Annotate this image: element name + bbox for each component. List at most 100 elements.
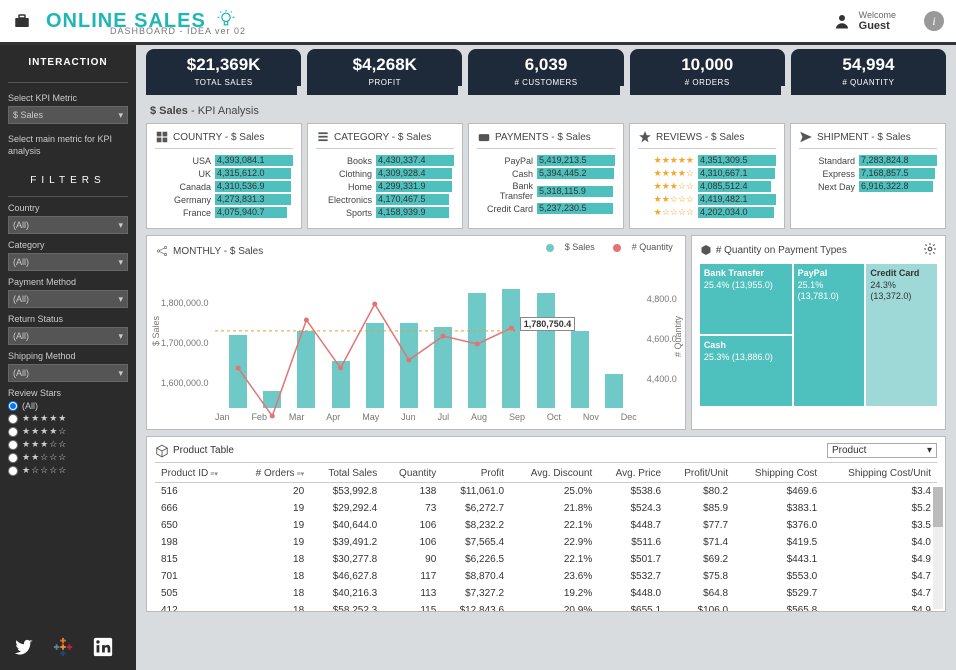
- table-row[interactable]: 50518$40,216.3113$7,327.219.2%$448.0$64.…: [155, 585, 937, 602]
- col-5[interactable]: Avg. Discount: [510, 465, 598, 483]
- bar-row[interactable]: Bank Transfer5,318,115.9: [477, 181, 615, 201]
- hex-icon: [700, 244, 712, 256]
- bar-row[interactable]: USA4,393,084.1: [155, 155, 293, 166]
- kpi-help-text: Select main metric for KPI analysis: [8, 134, 128, 157]
- table-row[interactable]: 81518$30,277.890$6,226.522.1%$501.7$69.2…: [155, 551, 937, 568]
- breadcrumb: $ Sales - KPI Analysis: [140, 95, 952, 123]
- filter-select-category[interactable]: (All)▾: [8, 253, 128, 271]
- bar-row[interactable]: Germany4,273,831.3: [155, 194, 293, 205]
- kpi-metric-select[interactable]: $ Sales▾: [8, 106, 128, 124]
- filter-label: Shipping Method: [8, 351, 128, 361]
- reviews-card: REVIEWS - $ Sales★★★★★4,351,309.5★★★★☆4,…: [629, 123, 785, 229]
- bar-row[interactable]: Credit Card5,237,230.5: [477, 203, 615, 214]
- bar-row[interactable]: France4,075,940.7: [155, 207, 293, 218]
- col-4[interactable]: Profit: [442, 465, 510, 483]
- col-8[interactable]: Shipping Cost: [734, 465, 823, 483]
- kpi-1[interactable]: $4,268KPROFIT: [307, 49, 462, 95]
- bar-row[interactable]: Books4,430,337.4: [316, 155, 454, 166]
- review-radio-4[interactable]: ★★★★☆: [8, 426, 128, 437]
- col-2[interactable]: Total Sales: [310, 465, 383, 483]
- tree-paypal[interactable]: PayPal25.1%(13,781.0): [794, 264, 865, 406]
- product-select[interactable]: Product▾: [827, 443, 937, 458]
- filter-label: Country: [8, 203, 128, 213]
- kpi-2[interactable]: 6,039# CUSTOMERS: [468, 49, 623, 95]
- monthly-chart-card: MONTHLY - $ Sales $ Sales # Quantity $ S…: [146, 235, 686, 430]
- bar-row[interactable]: ★★★☆☆4,085,512.4: [638, 181, 776, 192]
- review-radio-3[interactable]: ★★★☆☆: [8, 439, 128, 450]
- review-stars-label: Review Stars: [8, 388, 128, 398]
- tree-credit[interactable]: Credit Card24.3%(13,372.0): [866, 264, 937, 406]
- table-row[interactable]: 41218$58,252.3115$12,843.620.9%$655.1$10…: [155, 602, 937, 612]
- tableau-icon[interactable]: [52, 636, 74, 658]
- twitter-icon[interactable]: [12, 636, 34, 658]
- filter-select-shipping-method[interactable]: (All)▾: [8, 364, 128, 382]
- filters-header: FILTERS: [8, 175, 128, 186]
- col-7[interactable]: Profit/Unit: [667, 465, 734, 483]
- country-card: COUNTRY - $ SalesUSA4,393,084.1UK4,315,6…: [146, 123, 302, 229]
- bar-Dec[interactable]: [605, 374, 623, 408]
- bar-row[interactable]: Electronics4,170,467.5: [316, 194, 454, 205]
- shipment-card: SHIPMENT - $ SalesStandard7,283,824.8Exp…: [790, 123, 946, 229]
- info-icon[interactable]: i: [924, 11, 944, 31]
- reviews-icon: [638, 130, 652, 144]
- col-6[interactable]: Avg. Price: [598, 465, 667, 483]
- user-icon: [833, 12, 851, 30]
- bar-row[interactable]: ★★★★☆4,310,667.1: [638, 168, 776, 179]
- kpi-metric-label: Select KPI Metric: [8, 93, 128, 103]
- bar-row[interactable]: ★★★★★4,351,309.5: [638, 155, 776, 166]
- welcome-label: Welcome: [859, 10, 896, 20]
- bar-row[interactable]: Canada4,310,536.9: [155, 181, 293, 192]
- table-row[interactable]: 19819$39,491.2106$7,565.422.9%$511.6$71.…: [155, 534, 937, 551]
- bar-row[interactable]: Next Day6,916,322.8: [799, 181, 937, 192]
- bar-row[interactable]: PayPal5,419,213.5: [477, 155, 615, 166]
- filter-label: Return Status: [8, 314, 128, 324]
- bar-row[interactable]: ★☆☆☆☆4,202,034.0: [638, 207, 776, 218]
- table-row[interactable]: 51620$53,992.8138$11,061.025.0%$538.6$80…: [155, 483, 937, 501]
- bar-row[interactable]: Express7,168,857.5: [799, 168, 937, 179]
- kpi-3[interactable]: 10,000# ORDERS: [630, 49, 785, 95]
- payments-card: PAYMENTS - $ SalesPayPal5,419,213.5Cash5…: [468, 123, 624, 229]
- treemap-card: # Quantity on Payment Types Bank Transfe…: [691, 235, 946, 430]
- linkedin-icon[interactable]: [92, 636, 114, 658]
- category-icon: [316, 130, 330, 144]
- kpi-0[interactable]: $21,369KTOTAL SALES: [146, 49, 301, 95]
- app-subtitle: DASHBOARD - IDEA ver 02: [110, 26, 246, 36]
- briefcase-icon: [12, 12, 32, 30]
- bar-row[interactable]: Cash5,394,445.2: [477, 168, 615, 179]
- bar-row[interactable]: ★★☆☆☆4,419,482.1: [638, 194, 776, 205]
- review-radio-5[interactable]: ★★★★★: [8, 413, 128, 424]
- bar-row[interactable]: Home4,299,331.9: [316, 181, 454, 192]
- table-row[interactable]: 66619$29,292.473$6,272.721.8%$524.3$85.9…: [155, 500, 937, 517]
- table-row[interactable]: 70118$46,627.8117$8,870.423.6%$532.7$75.…: [155, 568, 937, 585]
- col-3[interactable]: Quantity: [383, 465, 442, 483]
- bar-row[interactable]: Sports4,158,939.9: [316, 207, 454, 218]
- col-1[interactable]: # Orders≡▾: [238, 465, 311, 483]
- shipment-icon: [799, 130, 813, 144]
- sidebar: INTERACTION Select KPI Metric $ Sales▾ S…: [0, 45, 136, 670]
- filter-select-payment-method[interactable]: (All)▾: [8, 290, 128, 308]
- filter-label: Payment Method: [8, 277, 128, 287]
- bar-row[interactable]: Clothing4,309,928.4: [316, 168, 454, 179]
- gear-icon[interactable]: [923, 242, 937, 256]
- tree-bank[interactable]: Bank Transfer25.4% (13,955.0): [700, 264, 792, 334]
- filter-select-return-status[interactable]: (All)▾: [8, 327, 128, 345]
- bar-row[interactable]: UK4,315,612.0: [155, 168, 293, 179]
- bar-Nov[interactable]: [571, 331, 589, 408]
- col-0[interactable]: Product ID≡▾: [155, 465, 238, 483]
- filter-label: Category: [8, 240, 128, 250]
- table-row[interactable]: 65019$40,644.0106$8,232.222.1%$448.7$77.…: [155, 517, 937, 534]
- col-9[interactable]: Shipping Cost/Unit: [823, 465, 937, 483]
- interaction-header: INTERACTION: [8, 57, 128, 68]
- review-radio-1[interactable]: ★☆☆☆☆: [8, 465, 128, 476]
- review-radio-2[interactable]: ★★☆☆☆: [8, 452, 128, 463]
- filter-select-country[interactable]: (All)▾: [8, 216, 128, 234]
- table-scrollbar[interactable]: [933, 487, 943, 609]
- country-icon: [155, 130, 169, 144]
- product-table: Product ID≡▾# Orders≡▾Total SalesQuantit…: [155, 465, 937, 612]
- review-radio-all[interactable]: (All): [8, 401, 128, 411]
- bar-Oct[interactable]: [537, 293, 555, 408]
- guest-name: Guest: [859, 20, 896, 32]
- kpi-4[interactable]: 54,994# QUANTITY: [791, 49, 946, 95]
- tree-cash[interactable]: Cash25.3% (13,886.0): [700, 336, 792, 406]
- bar-row[interactable]: Standard7,283,824.8: [799, 155, 937, 166]
